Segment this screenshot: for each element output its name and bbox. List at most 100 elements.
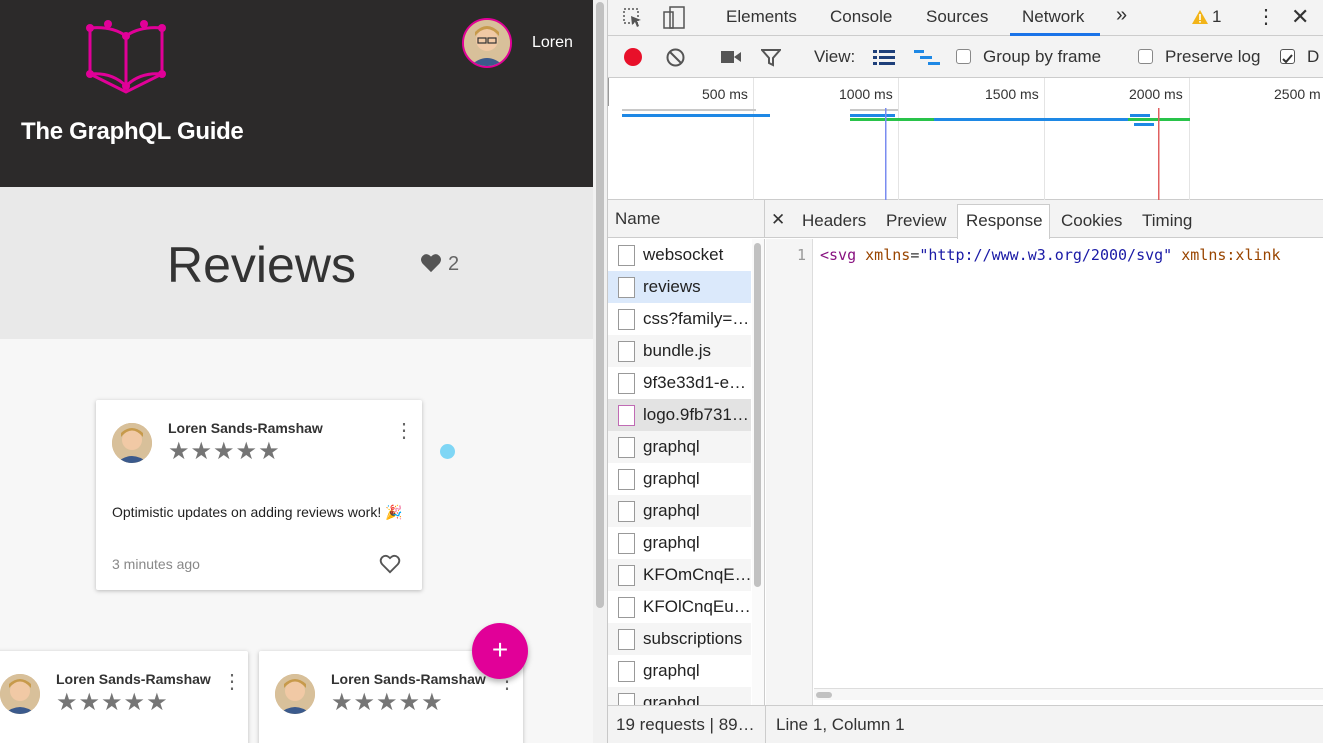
request-row[interactable]: graphql bbox=[608, 687, 751, 705]
close-icon[interactable]: ✕ bbox=[1291, 4, 1309, 30]
request-name: graphql bbox=[643, 469, 700, 488]
request-row[interactable]: KFOmCnqE… bbox=[608, 559, 752, 591]
request-row[interactable]: subscriptions bbox=[608, 623, 751, 655]
request-name: graphql bbox=[643, 533, 700, 552]
inspect-element-icon[interactable] bbox=[623, 8, 643, 28]
video-camera-icon[interactable] bbox=[720, 49, 742, 65]
tab-preview[interactable]: Preview bbox=[886, 211, 946, 231]
loading-indicator bbox=[440, 444, 455, 459]
response-viewer[interactable]: 1 <svg xmlns="http://www.w3.org/2000/svg… bbox=[766, 239, 1323, 705]
request-row[interactable]: KFOlCnqEu… bbox=[608, 591, 751, 623]
code-line[interactable]: <svg xmlns="http://www.w3.org/2000/svg" … bbox=[820, 246, 1281, 264]
filter-icon[interactable] bbox=[761, 48, 781, 67]
request-name: graphql bbox=[643, 693, 700, 705]
star-rating: ★★★★★ bbox=[56, 689, 169, 716]
star-rating: ★★★★★ bbox=[331, 689, 444, 716]
request-row[interactable]: graphql bbox=[608, 463, 751, 495]
request-row[interactable]: css?family=… bbox=[608, 303, 751, 335]
request-name: 9f3e33d1-e… bbox=[643, 373, 747, 392]
scroll-thumb[interactable] bbox=[816, 692, 832, 698]
app-scrollbar[interactable] bbox=[593, 0, 608, 743]
tab-console[interactable]: Console bbox=[830, 7, 892, 27]
page-title: Reviews bbox=[167, 237, 356, 293]
font-icon bbox=[618, 597, 635, 618]
heart-outline-icon[interactable] bbox=[379, 554, 401, 574]
record-icon[interactable] bbox=[624, 48, 642, 66]
request-name: graphql bbox=[643, 437, 700, 456]
app-title[interactable]: The GraphQL Guide bbox=[21, 118, 244, 146]
group-by-frame-label[interactable]: Group by frame bbox=[983, 47, 1101, 67]
horizontal-scrollbar[interactable] bbox=[814, 688, 1323, 700]
request-name: graphql bbox=[643, 661, 700, 680]
warning-icon[interactable] bbox=[1191, 9, 1209, 25]
user-avatar[interactable] bbox=[462, 18, 512, 68]
request-name: websocket bbox=[643, 245, 724, 264]
group-by-frame-checkbox[interactable] bbox=[956, 49, 971, 64]
font-icon bbox=[618, 565, 635, 586]
request-summary: 19 requests | 89… bbox=[616, 715, 755, 734]
list-view-icon[interactable] bbox=[873, 49, 895, 65]
request-name: bundle.js bbox=[643, 341, 712, 360]
devtools-tabbar: Elements Console Sources Network » 1 ⋮ ✕ bbox=[608, 0, 1323, 36]
review-author: Loren Sands-Ramshaw bbox=[56, 671, 211, 687]
device-toolbar-icon[interactable] bbox=[663, 6, 685, 30]
disable-cache-checkbox[interactable] bbox=[1280, 49, 1295, 64]
request-detail-tabs: ✕ Headers Preview Response Cookies Timin… bbox=[765, 200, 1323, 239]
add-review-button[interactable]: + bbox=[472, 623, 528, 679]
request-name: graphql bbox=[643, 501, 700, 520]
disable-cache-label[interactable]: D bbox=[1307, 47, 1319, 67]
review-timestamp: 3 minutes ago bbox=[112, 556, 200, 572]
request-row[interactable]: websocket bbox=[608, 239, 751, 271]
tab-headers[interactable]: Headers bbox=[802, 211, 866, 231]
warning-count[interactable]: 1 bbox=[1212, 7, 1221, 27]
tab-network[interactable]: Network bbox=[1022, 7, 1084, 27]
file-icon bbox=[618, 469, 635, 490]
review-author: Loren Sands-Ramshaw bbox=[331, 671, 486, 687]
request-row[interactable]: graphql bbox=[608, 527, 751, 559]
clear-icon[interactable] bbox=[666, 48, 685, 67]
tab-sources[interactable]: Sources bbox=[926, 7, 988, 27]
request-row[interactable]: graphql bbox=[608, 495, 751, 527]
more-vert-icon[interactable]: ⋮ bbox=[394, 421, 414, 441]
more-vert-icon[interactable]: ⋮ bbox=[222, 672, 242, 692]
request-row-selected[interactable]: reviews bbox=[608, 271, 751, 303]
author-avatar bbox=[112, 423, 152, 463]
author-avatar bbox=[275, 674, 315, 714]
network-timeline-overview[interactable]: 500 ms 1000 ms 1500 ms 2000 ms 2500 m bbox=[608, 78, 1323, 200]
request-list-scrollbar[interactable] bbox=[752, 239, 764, 705]
heart-filled-icon bbox=[421, 254, 441, 273]
user-name[interactable]: Loren bbox=[532, 34, 573, 52]
tab-timing[interactable]: Timing bbox=[1142, 211, 1192, 231]
review-author: Loren Sands-Ramshaw bbox=[168, 420, 323, 436]
tab-cookies[interactable]: Cookies bbox=[1061, 211, 1122, 231]
scroll-thumb[interactable] bbox=[596, 2, 604, 608]
open-book-logo-icon[interactable] bbox=[84, 18, 168, 94]
stylesheet-icon bbox=[618, 309, 635, 330]
tab-response[interactable]: Response bbox=[966, 211, 1043, 231]
request-row[interactable]: graphql bbox=[608, 655, 751, 687]
review-text: Optimistic updates on adding reviews wor… bbox=[112, 504, 403, 520]
scroll-thumb[interactable] bbox=[754, 243, 761, 587]
network-toolbar: View: Group by frame Preserve log D bbox=[608, 36, 1323, 78]
name-column-header[interactable]: Name bbox=[608, 200, 765, 238]
divider bbox=[765, 706, 766, 743]
close-icon[interactable]: ✕ bbox=[771, 210, 785, 230]
preserve-log-label[interactable]: Preserve log bbox=[1165, 47, 1260, 67]
settings-menu-icon[interactable]: ⋮ bbox=[1256, 4, 1276, 29]
request-row[interactable]: graphql bbox=[608, 431, 751, 463]
code-attr: xmlns bbox=[865, 246, 911, 264]
tab-elements[interactable]: Elements bbox=[726, 7, 797, 27]
request-name: logo.9fb731… bbox=[643, 405, 749, 424]
preserve-log-checkbox[interactable] bbox=[1138, 49, 1153, 64]
request-row[interactable]: 9f3e33d1-e… bbox=[608, 367, 751, 399]
favorites-count: 2 bbox=[448, 253, 460, 275]
request-row[interactable]: bundle.js bbox=[608, 335, 751, 367]
script-icon bbox=[618, 341, 635, 362]
file-icon bbox=[618, 245, 635, 266]
more-tabs-button[interactable]: » bbox=[1116, 4, 1127, 27]
waterfall-view-icon[interactable] bbox=[914, 49, 940, 65]
code-tag: <svg bbox=[820, 246, 857, 264]
request-name: subscriptions bbox=[643, 629, 743, 648]
request-row[interactable]: logo.9fb731… bbox=[608, 399, 751, 431]
request-name: KFOlCnqEu… bbox=[643, 597, 751, 616]
